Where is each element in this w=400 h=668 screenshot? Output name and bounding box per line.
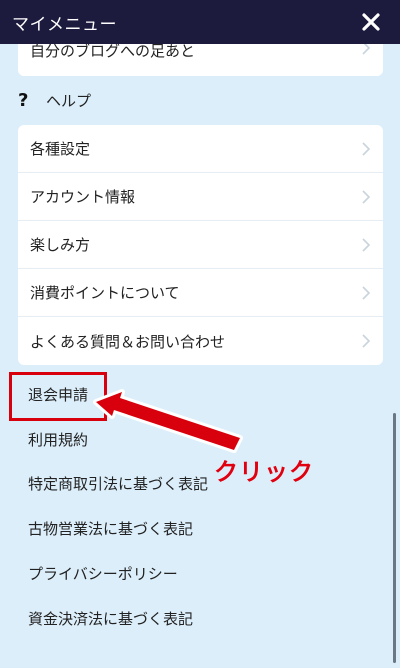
help-section-heading: ? ヘルプ [18, 88, 91, 112]
close-icon[interactable] [360, 11, 382, 33]
link-commercial-transactions[interactable]: 特定商取引法に基づく表記 [0, 462, 400, 507]
menu-item-label: 楽しみ方 [30, 236, 91, 254]
footer-link-list: 退会申請 利用規約 特定商取引法に基づく表記 古物営業法に基づく表記 プライバシ… [0, 372, 400, 641]
menu-item-faq-contact[interactable]: よくある質問＆お問い合わせ [18, 317, 383, 365]
chevron-right-icon [362, 141, 371, 156]
chevron-right-icon [362, 285, 371, 300]
menu-item-label: 消費ポイントについて [30, 284, 180, 302]
menu-item-label: アカウント情報 [30, 188, 136, 206]
link-terms-of-use[interactable]: 利用規約 [0, 417, 400, 462]
link-payment-services[interactable]: 資金決済法に基づく表記 [0, 596, 400, 641]
link-label: 古物営業法に基づく表記 [28, 520, 194, 539]
link-label: 資金決済法に基づく表記 [28, 609, 194, 628]
link-antique-dealings[interactable]: 古物営業法に基づく表記 [0, 506, 400, 551]
menu-item-label: 各種設定 [30, 140, 91, 158]
link-label: プライバシーポリシー [28, 565, 178, 584]
chevron-right-icon [362, 334, 371, 348]
question-icon: ? [18, 89, 29, 111]
link-privacy-policy[interactable]: プライバシーポリシー [0, 551, 400, 596]
help-menu-card: 各種設定 アカウント情報 楽しみ方 消費ポイントについて よくある質問＆お問い合… [18, 125, 383, 365]
chevron-right-icon [362, 189, 371, 204]
link-label: 特定商取引法に基づく表記 [28, 475, 209, 494]
click-annotation-label: クリック [214, 458, 314, 486]
menu-item-how-to-enjoy[interactable]: 楽しみ方 [18, 221, 383, 269]
link-withdrawal-request[interactable]: 退会申請 [0, 372, 400, 417]
menu-header: マイメニュー [0, 0, 400, 44]
help-section-title: ヘルプ [46, 91, 92, 110]
menu-item-points[interactable]: 消費ポイントについて [18, 269, 383, 317]
menu-title: マイメニュー [12, 14, 117, 35]
link-label: 利用規約 [28, 430, 89, 449]
scrollbar[interactable] [393, 413, 396, 663]
menu-item-settings[interactable]: 各種設定 [18, 125, 383, 173]
link-label: 退会申請 [28, 385, 89, 404]
chevron-right-icon [362, 237, 371, 252]
menu-item-label: よくある質問＆お問い合わせ [30, 332, 226, 351]
menu-item-account-info[interactable]: アカウント情報 [18, 173, 383, 221]
